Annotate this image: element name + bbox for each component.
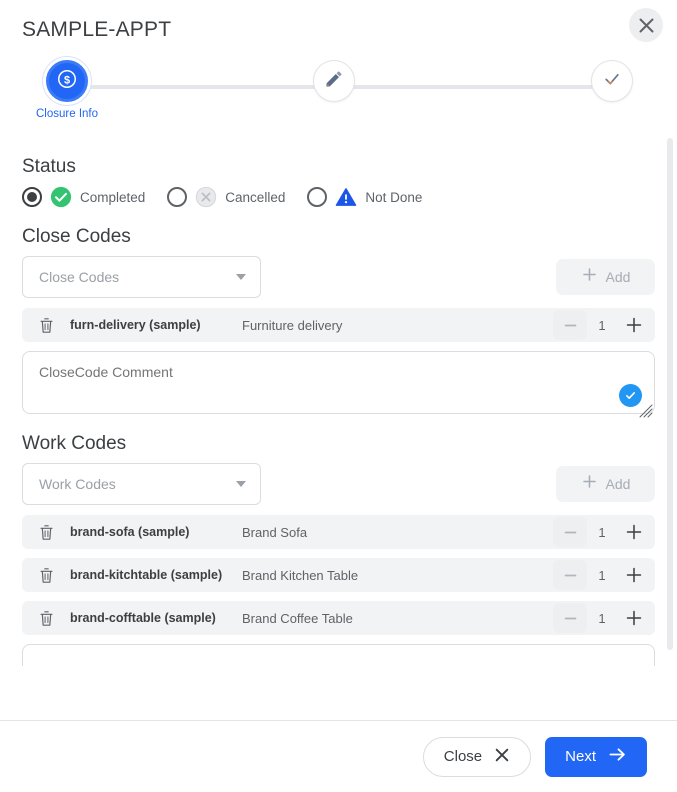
close-button-label: Close [443,748,483,765]
table-row[interactable]: brand-cofftable (sample) Brand Coffee Ta… [22,601,655,635]
scrollbar-thumb[interactable] [667,138,673,651]
close-icon [638,17,655,34]
status-option-completed[interactable]: Completed [22,186,145,208]
status-option-not-done[interactable]: Not Done [307,186,422,208]
work-codes-select-value: Work Codes [39,476,116,492]
stepper-step-3[interactable] [591,60,633,102]
content-scrollbar[interactable] [667,138,673,720]
work-codes-add-button[interactable]: Add [556,466,655,502]
code-identifier: furn-delivery (sample) [70,318,201,332]
close-codes-add-button[interactable]: Add [556,259,655,295]
status-label-not-done: Not Done [365,189,423,205]
quantity-increase-button[interactable] [617,603,651,633]
closure-dialog: SAMPLE-APPT $ Closure Info Status Comple… [0,0,677,792]
quantity-decrease-button[interactable] [553,603,587,633]
delete-icon[interactable] [34,610,58,627]
close-code-comment-input[interactable] [22,351,655,414]
quantity-stepper: 1 [553,517,651,547]
close-codes-select[interactable]: Close Codes [22,256,261,298]
quantity-value: 1 [598,567,606,583]
delete-icon[interactable] [34,567,58,584]
pencil-icon [324,69,344,94]
code-description: Brand Sofa [242,524,308,540]
code-identifier: brand-cofftable (sample) [70,611,216,625]
next-button-label: Next [565,748,596,765]
table-row[interactable]: furn-delivery (sample) Furniture deliver… [22,308,655,342]
chevron-down-icon [236,481,246,487]
close-codes-add-label: Add [605,269,631,285]
quantity-increase-button[interactable] [617,517,651,547]
quantity-stepper: 1 [553,560,651,590]
wizard-stepper: $ Closure Info [0,60,677,138]
quantity-stepper: 1 [553,603,651,633]
quantity-value: 1 [598,610,606,626]
stepper-step-2[interactable] [313,60,355,102]
warning-triangle-blue-icon [335,186,357,208]
close-codes-select-value: Close Codes [39,269,120,285]
check-circle-green-icon [50,186,72,208]
radio-not-done[interactable] [307,187,328,207]
quantity-value: 1 [598,317,606,333]
arrow-right-icon [608,746,627,767]
radio-cancelled[interactable] [167,187,188,207]
close-codes-select-row: Close Codes Add [22,256,655,298]
close-icon [494,747,510,767]
code-description: Brand Coffee Table [242,610,353,626]
code-description: Brand Kitchen Table [242,567,359,583]
quantity-decrease-button[interactable] [553,517,587,547]
quantity-decrease-button[interactable] [553,310,587,340]
code-identifier: brand-sofa (sample) [70,525,190,539]
dialog-scroll-body: Status Completed Cancelled Not Done Clos… [0,138,677,720]
plus-icon [581,473,598,495]
table-row[interactable]: brand-kitchtable (sample) Brand Kitchen … [22,558,655,592]
dialog-header: SAMPLE-APPT [0,0,677,46]
quantity-stepper: 1 [553,310,651,340]
textarea-resize-handle[interactable] [639,404,653,418]
check-icon [602,69,622,94]
status-label-completed: Completed [80,189,146,205]
quantity-increase-button[interactable] [617,560,651,590]
stepper-node-3[interactable] [591,60,633,102]
radio-completed[interactable] [22,187,42,207]
quantity-increase-button[interactable] [617,310,651,340]
dialog-close-button[interactable] [629,8,663,42]
stepper-node-1[interactable]: $ [46,60,88,102]
svg-text:$: $ [64,74,70,86]
status-heading: Status [22,156,76,177]
delete-icon[interactable] [34,524,58,541]
chevron-down-icon [236,274,246,280]
page-title: SAMPLE-APPT [22,18,172,41]
close-codes-heading: Close Codes [22,226,131,247]
stepper-node-2[interactable] [313,60,355,102]
code-description: Furniture delivery [242,317,343,333]
work-codes-select[interactable]: Work Codes [22,463,261,505]
work-code-comment-input-partial[interactable] [22,644,655,666]
quantity-decrease-button[interactable] [553,560,587,590]
status-label-cancelled: Cancelled [225,189,286,205]
stepper-label-1: Closure Info [36,108,99,120]
dialog-footer: Close Next [0,720,677,792]
delete-icon[interactable] [34,317,58,334]
work-codes-select-row: Work Codes Add [22,463,655,505]
status-option-cancelled[interactable]: Cancelled [167,186,285,208]
plus-icon [581,266,598,288]
close-button[interactable]: Close [422,736,532,777]
quantity-value: 1 [598,524,606,540]
dollar-coin-icon: $ [55,67,79,96]
cancel-circle-gray-icon [195,186,217,208]
close-code-comment-wrap [22,351,655,419]
table-row[interactable]: brand-sofa (sample) Brand Sofa 1 [22,515,655,549]
status-radio-group: Completed Cancelled Not Done [22,186,655,208]
work-codes-heading: Work Codes [22,433,127,454]
work-codes-add-label: Add [605,476,631,492]
code-identifier: brand-kitchtable (sample) [70,568,223,582]
next-button[interactable]: Next [545,736,647,777]
stepper-step-closure-info[interactable]: $ Closure Info [36,60,98,120]
